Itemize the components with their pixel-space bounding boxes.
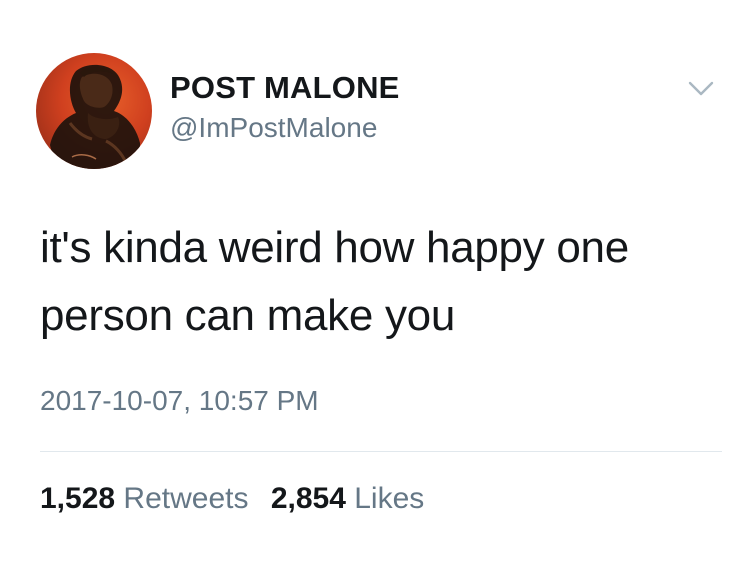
user-handle[interactable]: @ImPostMalone xyxy=(170,112,377,144)
chevron-down-icon[interactable] xyxy=(686,78,716,100)
likes-stat[interactable]: 2,854 Likes xyxy=(271,482,424,516)
divider xyxy=(40,451,722,452)
likes-label: Likes xyxy=(354,482,425,515)
tweet-text-line: it's kinda weird how happy one xyxy=(40,223,629,272)
likes-count: 2,854 xyxy=(270,482,346,515)
retweets-label: Retweets xyxy=(123,482,249,515)
display-name[interactable]: POST MALONE xyxy=(170,70,400,106)
retweets-count: 1,528 xyxy=(40,482,116,515)
retweets-stat[interactable]: 1,528 Retweets xyxy=(40,482,248,516)
avatar[interactable] xyxy=(36,53,152,169)
tweet-text-line: person can make you xyxy=(40,291,455,340)
profile-photo-icon xyxy=(50,64,140,169)
tweet-text: it's kinda weird how happy one person ca… xyxy=(40,214,720,350)
tweet-stats: 1,528 Retweets 2,854 Likes xyxy=(40,482,438,516)
tweet-timestamp[interactable]: 2017-10-07, 10:57 PM xyxy=(40,385,319,417)
tweet-card: POST MALONE @ImPostMalone it's kinda wei… xyxy=(0,0,749,561)
